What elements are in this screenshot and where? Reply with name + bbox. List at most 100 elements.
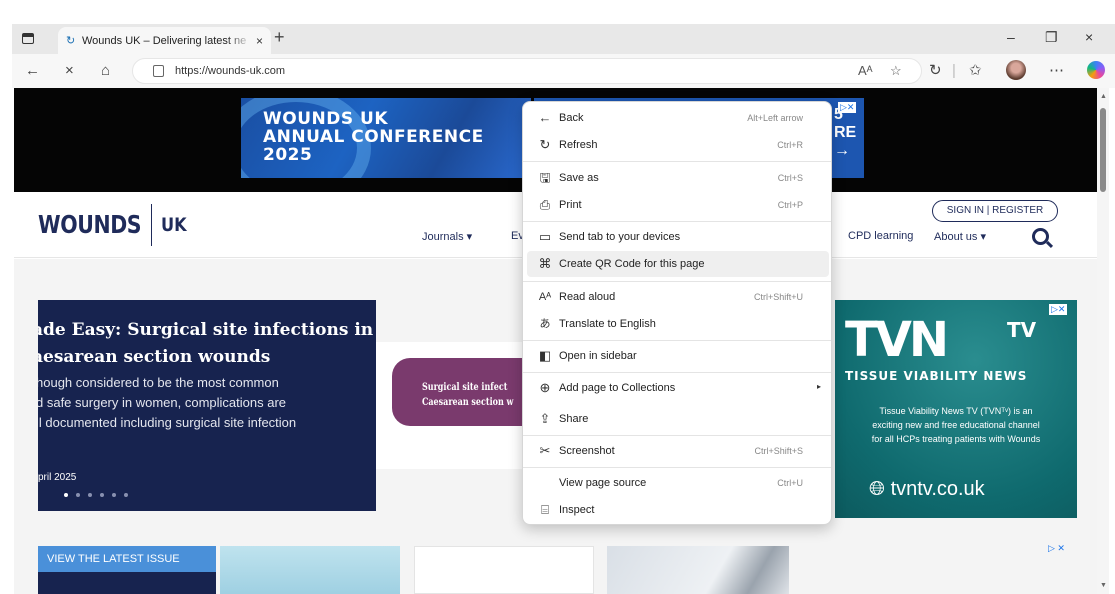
- tab-wounds-uk[interactable]: ↻ Wounds UK – Delivering latest ne ×: [58, 27, 271, 54]
- tvn-ad[interactable]: TVN TV TISSUE VIABILITY NEWS Tissue Viab…: [835, 300, 1077, 518]
- restore-button[interactable]: ❐: [1045, 29, 1058, 46]
- conference-ad[interactable]: WOUNDS UK ANNUAL CONFERENCE 2025: [241, 98, 531, 178]
- article-thumbnail[interactable]: [607, 546, 789, 594]
- home-button[interactable]: ⌂: [101, 62, 110, 80]
- ad-choices-icon[interactable]: ▷✕: [1049, 304, 1068, 315]
- menu-item-label: Inspect: [559, 504, 595, 516]
- carousel-dots: [64, 493, 128, 497]
- hero-body-line-3: ll documented including surgical site in…: [38, 415, 297, 430]
- favorites-icon[interactable]: ✩: [969, 62, 982, 80]
- submenu-chevron-icon: ▸: [816, 382, 821, 391]
- menu-item-label: Open in sidebar: [559, 350, 637, 362]
- scroll-up-arrow-icon[interactable]: ▲: [1100, 93, 1107, 100]
- latest-issue-label[interactable]: VIEW THE LATEST ISSUE: [38, 546, 216, 572]
- menu-item-label: View page source: [559, 477, 647, 489]
- menu-separator: [523, 161, 831, 162]
- menu-item-label: Send tab to your devices: [559, 231, 681, 243]
- menu-item-print[interactable]: ⎙ Print Ctrl+P: [527, 192, 829, 218]
- menu-separator: [523, 340, 831, 341]
- menu-item-save-as[interactable]: 🖫 Save as Ctrl+S: [527, 165, 829, 191]
- sign-in-register-button[interactable]: SIGN IN | REGISTER: [932, 200, 1058, 222]
- menu-item-screenshot[interactable]: ✂ Screenshot Ctrl+Shift+S: [527, 438, 829, 464]
- minimize-button[interactable]: –: [1007, 29, 1015, 45]
- site-logo[interactable]: WOUNDS: [38, 210, 142, 239]
- carousel-dot[interactable]: [124, 493, 128, 497]
- menu-item-label: Share: [559, 413, 589, 425]
- carousel-dot[interactable]: [64, 493, 68, 497]
- tvn-website: 🌐︎ tvntv.co.uk: [869, 478, 985, 501]
- globe-icon: 🌐︎: [869, 478, 885, 500]
- translate-icon: あ: [539, 318, 551, 330]
- hero-body: hough considered to be the most common d…: [38, 373, 296, 433]
- conference-ad-text: WOUNDS UK ANNUAL CONFERENCE 2025: [263, 110, 484, 164]
- more-menu-icon[interactable]: ⋯: [1049, 62, 1064, 80]
- article-thumbnail[interactable]: [220, 546, 400, 594]
- tab-actions-icon[interactable]: [22, 33, 34, 44]
- new-tab-button[interactable]: +: [274, 27, 285, 48]
- latest-issue-card[interactable]: VIEW THE LATEST ISSUE: [38, 546, 216, 594]
- stop-button[interactable]: ×: [65, 62, 74, 80]
- ad-choices-icon[interactable]: ▷✕: [838, 102, 857, 113]
- qr-code-icon: ⌘: [538, 256, 552, 271]
- pill-line-1: Surgical site infect: [422, 382, 508, 393]
- tvn-logo: TVN: [845, 312, 949, 368]
- hero-title[interactable]: ade Easy: Surgical site infections in ae…: [38, 317, 373, 371]
- favorite-star-icon[interactable]: ☆: [890, 63, 902, 79]
- back-arrow-icon: ←: [538, 110, 552, 125]
- menu-item-view-page-source[interactable]: View page source Ctrl+U: [527, 470, 829, 496]
- menu-item-create-qr-code[interactable]: ⌘ Create QR Code for this page: [527, 251, 829, 277]
- menu-separator: [523, 221, 831, 222]
- read-aloud-icon[interactable]: Aᴬ: [858, 63, 873, 78]
- profile-avatar[interactable]: [1006, 60, 1026, 80]
- menu-item-send-tab[interactable]: ▭ Send tab to your devices: [527, 224, 829, 250]
- menu-item-translate[interactable]: あ Translate to English: [527, 311, 829, 337]
- carousel-dot[interactable]: [100, 493, 104, 497]
- menu-item-shortcut: Ctrl+P: [777, 200, 803, 210]
- nav-cpd-learning[interactable]: CPD learning: [848, 230, 913, 242]
- scrollbar-thumb[interactable]: [1100, 108, 1106, 192]
- menu-item-back[interactable]: ← Back Alt+Left arrow: [527, 105, 829, 131]
- nav-about-us[interactable]: About us ▾: [934, 230, 986, 243]
- site-logo-uk[interactable]: UK: [161, 214, 187, 236]
- scroll-down-arrow-icon[interactable]: ▼: [1100, 582, 1107, 589]
- menu-item-share[interactable]: ⇪ Share: [527, 406, 829, 432]
- devices-icon: ▭: [538, 229, 552, 244]
- carousel-dot[interactable]: [112, 493, 116, 497]
- article-thumbnail[interactable]: [414, 546, 594, 594]
- hero-image-panel[interactable]: Surgical site infect Caesarean section w: [376, 342, 542, 469]
- menu-item-shortcut: Ctrl+U: [777, 478, 803, 488]
- search-icon[interactable]: [1032, 228, 1049, 245]
- close-window-button[interactable]: ×: [1085, 29, 1093, 45]
- address-bar[interactable]: https://wounds-uk.com Aᴬ ☆: [132, 58, 922, 84]
- conference-line-2: ANNUAL CONFERENCE: [263, 127, 484, 147]
- nav-journals[interactable]: Journals ▾: [422, 230, 472, 243]
- hero-date: pril 2025: [38, 472, 77, 483]
- hero-pill-graphic: Surgical site infect Caesarean section w: [392, 358, 542, 426]
- menu-separator: [523, 281, 831, 282]
- back-button[interactable]: ←: [25, 62, 40, 80]
- conference-line-3: 2025: [263, 145, 313, 165]
- hero-slide[interactable]: ade Easy: Surgical site infections in ae…: [38, 300, 376, 511]
- menu-item-refresh[interactable]: ↻ Refresh Ctrl+R: [527, 132, 829, 158]
- ad-choices-icon[interactable]: ▷ ✕: [1048, 543, 1065, 554]
- sidebar-icon: ◧: [538, 348, 552, 363]
- collections-icon: ⊕: [539, 380, 551, 395]
- url-text[interactable]: https://wounds-uk.com: [175, 65, 285, 77]
- copilot-icon[interactable]: [1087, 61, 1105, 79]
- menu-item-open-in-sidebar[interactable]: ◧ Open in sidebar: [527, 343, 829, 369]
- menu-item-read-aloud[interactable]: Aᴬ Read aloud Ctrl+Shift+U: [527, 284, 829, 310]
- read-aloud-icon: Aᴬ: [538, 291, 552, 303]
- page-scrollbar[interactable]: ▲ ▼: [1097, 88, 1109, 594]
- ad-right-line-3: →: [834, 142, 850, 159]
- menu-item-add-to-collections[interactable]: ⊕ Add page to Collections ▸: [527, 375, 829, 401]
- site-info-icon[interactable]: [153, 65, 164, 77]
- menu-item-label: Refresh: [559, 139, 598, 151]
- carousel-dot[interactable]: [88, 493, 92, 497]
- menu-item-shortcut: Alt+Left arrow: [747, 113, 803, 123]
- refresh-icon[interactable]: ↻: [929, 62, 942, 80]
- hero-body-line-2: d safe surgery in women, complications a…: [38, 395, 287, 410]
- tab-strip: ↻ Wounds UK – Delivering latest ne × + –…: [12, 24, 1115, 54]
- close-tab-icon[interactable]: ×: [256, 34, 263, 48]
- menu-item-inspect[interactable]: ⌸ Inspect: [527, 497, 829, 523]
- carousel-dot[interactable]: [76, 493, 80, 497]
